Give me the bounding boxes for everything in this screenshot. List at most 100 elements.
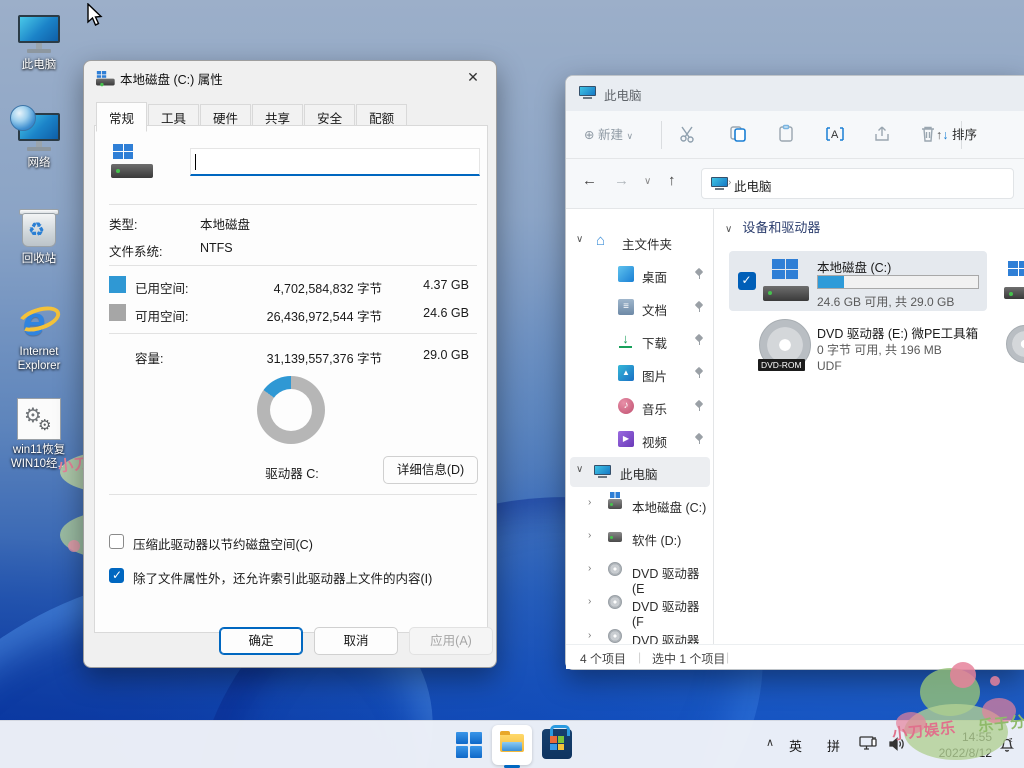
drive-c-tile[interactable]: 本地磁盘 (C:) 24.6 GB 可用, 共 29.0 GB — [729, 251, 987, 311]
selected-count: 选中 1 个项目 — [652, 650, 725, 667]
disc-icon — [608, 562, 622, 576]
desktop-icon-win11-restore[interactable]: ⚙⚙ win11恢复WIN10经... — [0, 398, 78, 471]
chevron-down-icon[interactable]: ∨ — [576, 464, 583, 475]
this-pc-icon — [594, 465, 611, 479]
sidebar-item-desktop[interactable]: 桌面 — [570, 260, 710, 290]
compress-drive-checkbox[interactable] — [109, 534, 124, 549]
sidebar-item-drive-d[interactable]: › 软件 (D:) — [570, 523, 710, 553]
sidebar-item-downloads[interactable]: ↓ 下载 — [570, 326, 710, 356]
dialog-title: 本地磁盘 (C:) 属性 — [120, 69, 223, 88]
field-label: 文件系统: — [109, 241, 162, 260]
this-pc-icon — [711, 177, 728, 191]
partial-drive-icon — [1004, 261, 1024, 301]
dvd-e-tile[interactable]: DVD-ROM DVD 驱动器 (E:) 微PE工具箱 0 字节 可用, 共 1… — [729, 317, 987, 377]
sidebar-item-videos[interactable]: ▶ 视频 — [570, 425, 710, 455]
desktop-folder-icon — [618, 266, 634, 282]
network-icon[interactable] — [859, 735, 878, 756]
explorer-titlebar[interactable]: 此电脑 — [566, 76, 1024, 111]
tray-date: 2022/8/12 — [922, 745, 992, 761]
desktop-icon-recycle-bin[interactable]: ♻ 回收站 — [0, 207, 78, 266]
taskbar-clock[interactable]: 14:55 2022/8/12 — [922, 729, 992, 761]
sidebar-item-music[interactable]: ♪ 音乐 — [570, 392, 710, 422]
taskbar-file-explorer-button[interactable] — [492, 725, 532, 765]
cancel-button[interactable]: 取消 — [314, 627, 398, 655]
selected-checkbox[interactable] — [738, 272, 756, 290]
start-button[interactable] — [456, 732, 482, 758]
breadcrumb-location[interactable]: 此电脑 — [734, 176, 772, 195]
volume-icon[interactable] — [888, 735, 906, 756]
sidebar-item-this-pc[interactable]: ∨ 此电脑 — [570, 457, 710, 487]
close-icon[interactable]: ✕ — [456, 63, 490, 91]
desktop-icon-this-pc[interactable]: 此电脑 — [0, 15, 78, 72]
documents-icon: ≡ — [618, 299, 634, 315]
free-space-size: 24.6 GB — [399, 306, 469, 320]
sidebar-item-documents[interactable]: ≡ 文档 — [570, 293, 710, 323]
explorer-sidebar: ∨ ⌂ 主文件夹 桌面 ≡ 文档 ↓ 下载 ▲ 图片 — [566, 209, 713, 644]
chevron-down-icon: ∨ — [725, 224, 732, 235]
ime-language-indicator[interactable]: 英 — [789, 736, 802, 755]
dialog-tab-page: 类型: 本地磁盘 文件系统: NTFS 已用空间: 4,702,584,832 … — [94, 125, 488, 633]
desktop-icon-internet-explorer[interactable]: e InternetExplorer — [0, 298, 78, 373]
sort-button[interactable]: ↑↓ 排序 — [936, 124, 977, 143]
chevron-right-icon[interactable]: › — [588, 530, 591, 541]
chevron-right-icon[interactable]: › — [588, 497, 591, 508]
mouse-cursor — [86, 3, 106, 32]
tray-time: 14:55 — [922, 729, 992, 745]
computer-icon — [16, 15, 62, 55]
pin-icon — [694, 335, 704, 345]
volume-label-input[interactable] — [190, 148, 480, 176]
taskbar-store-button[interactable] — [542, 729, 572, 759]
drive-icon — [608, 499, 622, 509]
free-space-label: 可用空间: — [135, 306, 188, 325]
notification-bell-icon[interactable]: z — [998, 735, 1016, 756]
ok-button[interactable]: 确定 — [219, 627, 303, 655]
properties-dialog: 本地磁盘 (C:) 属性 ✕ 常规 工具 硬件 共享 安全 配额 类型: 本地磁… — [83, 60, 497, 668]
field-value: NTFS — [200, 241, 233, 255]
field-value: 本地磁盘 — [200, 214, 250, 233]
pane-divider — [713, 209, 714, 644]
section-header-devices[interactable]: ∨设备和驱动器 — [725, 217, 820, 236]
history-chevron-icon[interactable]: ∨ — [644, 176, 651, 187]
disc-icon — [608, 629, 622, 643]
tray-chevron-icon[interactable]: ∧ — [766, 736, 774, 749]
cut-icon[interactable] — [678, 124, 700, 146]
sidebar-item-home[interactable]: ∨ ⌂ 主文件夹 — [570, 227, 710, 257]
forward-icon[interactable]: → — [614, 172, 629, 189]
desktop-icon-network[interactable]: 网络 — [0, 113, 78, 170]
sidebar-item-dvd-f2[interactable]: › DVD 驱动器 (F:) — [570, 623, 710, 644]
rename-icon[interactable]: A — [824, 124, 846, 146]
capacity-bytes: 31,139,557,376 字节 — [267, 348, 382, 367]
sidebar-item-pictures[interactable]: ▲ 图片 — [570, 359, 710, 389]
drive-name: 本地磁盘 (C:) — [817, 257, 891, 276]
paste-icon[interactable] — [776, 124, 798, 146]
text-caret — [195, 154, 196, 170]
index-contents-label: 除了文件属性外，还允许索引此驱动器上文件的内容(I) — [133, 568, 432, 587]
ime-pinyin-indicator[interactable]: 拼 — [827, 736, 840, 755]
dialog-titlebar[interactable]: 本地磁盘 (C:) 属性 ✕ — [84, 61, 496, 101]
sidebar-item-dvd-f[interactable]: › DVD 驱动器 (F — [570, 589, 710, 619]
chevron-right-icon[interactable]: › — [588, 630, 591, 641]
sidebar-item-dvd-e[interactable]: › DVD 驱动器 (E — [570, 556, 710, 586]
dialog-tab-strip: 常规 工具 硬件 共享 安全 配额 — [96, 102, 484, 125]
pin-icon — [694, 401, 704, 411]
address-bar[interactable]: › 此电脑 — [701, 168, 1014, 199]
copy-icon[interactable] — [728, 124, 750, 146]
chevron-right-icon[interactable]: › — [588, 563, 591, 574]
tab-general[interactable]: 常规 — [96, 102, 147, 132]
chevron-right-icon[interactable]: › — [588, 596, 591, 607]
disc-icon — [608, 595, 622, 609]
free-space-bytes: 26,436,972,544 字节 — [267, 306, 382, 325]
back-icon[interactable]: ← — [582, 172, 597, 189]
details-button[interactable]: 详细信息(D) — [383, 456, 478, 484]
sidebar-item-drive-c[interactable]: › 本地磁盘 (C:) — [570, 490, 710, 520]
chevron-down-icon[interactable]: ∨ — [576, 234, 583, 245]
up-icon[interactable]: ↑ — [668, 172, 676, 189]
index-contents-checkbox[interactable] — [109, 568, 124, 583]
share-icon[interactable] — [872, 124, 894, 146]
pin-icon — [694, 302, 704, 312]
internet-explorer-icon: e — [16, 298, 62, 342]
desktop-icon-label: win11恢复 — [13, 444, 65, 456]
used-space-bytes: 4,702,584,832 字节 — [274, 278, 382, 297]
new-button[interactable]: ⊕ 新建 ∨ — [584, 124, 633, 143]
drive-free-space: 24.6 GB 可用, 共 29.0 GB — [817, 293, 954, 310]
